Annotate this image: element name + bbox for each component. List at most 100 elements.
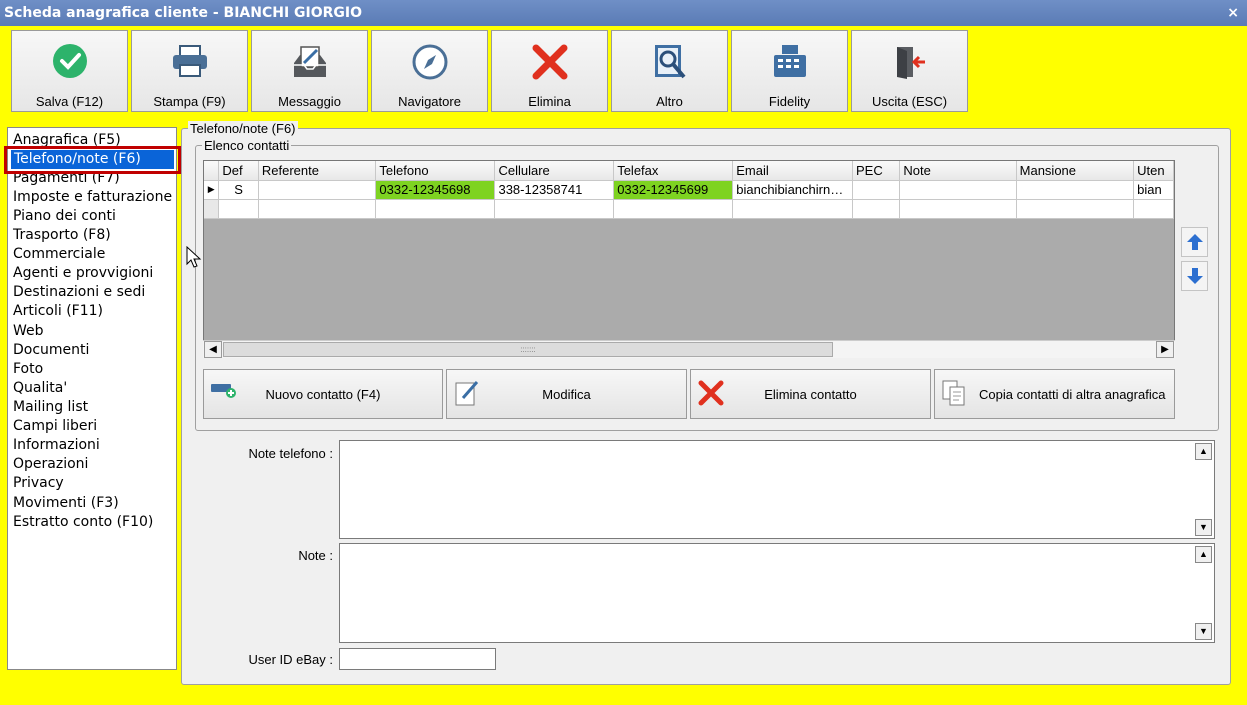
cell-mansione[interactable] <box>1016 180 1135 200</box>
nav-item-destinazioni[interactable]: Destinazioni e sedi <box>13 283 145 302</box>
scroll-down-icon[interactable]: ▼ <box>1195 519 1212 536</box>
cell-cellulare[interactable]: 338-12358741 <box>494 180 615 200</box>
column-header-referente[interactable]: Referente <box>258 161 377 181</box>
cell-email[interactable]: bianchibianchirn… <box>732 180 853 200</box>
message-icon <box>293 46 326 77</box>
print-button[interactable]: Stampa (F9) <box>131 30 248 112</box>
scroll-down-icon[interactable]: ▼ <box>1195 623 1212 640</box>
window-titlebar: Scheda anagrafica cliente - BIANCHI GIOR… <box>0 0 1247 26</box>
scroll-left-icon[interactable]: ◀ <box>204 341 222 358</box>
scroll-thumb[interactable]: ::::::: <box>223 342 833 357</box>
scroll-up-icon[interactable]: ▲ <box>1195 443 1212 460</box>
close-icon[interactable]: × <box>1227 0 1239 26</box>
nav-item-operazioni[interactable]: Operazioni <box>13 455 88 474</box>
navigator-button-label: Navigatore <box>398 94 461 109</box>
cell-telefono[interactable]: 0332-12345698 <box>375 180 496 200</box>
selection-highlight-box <box>4 146 181 174</box>
delete-button-label: Elimina <box>528 94 571 109</box>
printer-icon <box>172 45 207 77</box>
nav-item-qualita[interactable]: Qualita' <box>13 379 67 398</box>
exit-button[interactable]: Uscita (ESC) <box>851 30 968 112</box>
exit-door-icon <box>896 47 925 79</box>
move-up-button[interactable] <box>1181 227 1208 257</box>
delete-button[interactable]: Elimina <box>491 30 608 112</box>
column-header-pec[interactable]: PEC <box>852 161 901 181</box>
copy-contacts-label: Copia contatti di altra anagrafica <box>979 387 1166 402</box>
column-header-note[interactable]: Note <box>899 161 1017 181</box>
move-down-button[interactable] <box>1181 261 1208 291</box>
contacts-group-title: Elenco contatti <box>202 138 292 153</box>
message-button[interactable]: Messaggio <box>251 30 368 112</box>
print-button-label: Stampa (F9) <box>153 94 226 109</box>
grid-horizontal-scrollbar[interactable]: ◀ ::::::: ▶ <box>203 340 1175 358</box>
nav-item-movimenti[interactable]: Movimenti (F3) <box>13 494 119 513</box>
cell-pec[interactable] <box>852 180 901 200</box>
other-button-label: Altro <box>656 94 683 109</box>
column-header-email[interactable]: Email <box>732 161 853 181</box>
nav-item-articoli[interactable]: Articoli (F11) <box>13 302 103 321</box>
note-textarea[interactable]: ▲ ▼ <box>339 543 1215 643</box>
nav-item-mailing-list[interactable]: Mailing list <box>13 398 88 417</box>
column-header-utente[interactable]: Uten <box>1133 161 1174 181</box>
scroll-up-icon[interactable]: ▲ <box>1195 546 1212 563</box>
note-telefono-label: Note telefono : <box>248 446 333 461</box>
nav-item-documenti[interactable]: Documenti <box>13 341 89 360</box>
grid-header-row: Def Referente Telefono Cellulare Telefax… <box>204 161 1174 181</box>
new-row[interactable] <box>204 199 1174 219</box>
new-contact-button[interactable]: Nuovo contatto (F4) <box>203 369 443 419</box>
column-header-cellulare[interactable]: Cellulare <box>494 161 615 181</box>
panel-title: Telefono/note (F6) <box>188 121 298 136</box>
delete-contact-button[interactable]: Elimina contatto <box>690 369 931 419</box>
copy-contacts-button[interactable]: Copia contatti di altra anagrafica <box>934 369 1175 419</box>
nav-item-foto[interactable]: Foto <box>13 360 43 379</box>
compass-icon <box>412 44 447 80</box>
scroll-right-icon[interactable]: ▶ <box>1156 341 1174 358</box>
nav-item-agenti[interactable]: Agenti e provvigioni <box>13 264 153 283</box>
delete-x-icon <box>532 44 567 80</box>
edit-label: Modifica <box>542 387 591 402</box>
edit-button[interactable]: Modifica <box>446 369 687 419</box>
nav-item-privacy[interactable]: Privacy <box>13 474 64 493</box>
nav-item-estratto-conto[interactable]: Estratto conto (F10) <box>13 513 153 532</box>
cell-note[interactable] <box>899 180 1017 200</box>
note-telefono-textarea[interactable]: ▲ ▼ <box>339 440 1215 539</box>
row-indicator-icon: ▶ <box>204 180 220 200</box>
note-label: Note : <box>298 548 333 563</box>
table-row[interactable]: ▶ S 0332-12345698 338-12358741 0332-1234… <box>204 180 1174 200</box>
search-book-icon <box>654 45 686 79</box>
column-header-telefono[interactable]: Telefono <box>375 161 496 181</box>
fidelity-button[interactable]: Fidelity <box>731 30 848 112</box>
arrow-down-icon <box>1186 268 1203 284</box>
check-circle-icon <box>52 44 87 78</box>
delete-contact-label: Elimina contatto <box>764 387 857 402</box>
cell-telefax[interactable]: 0332-12345699 <box>613 180 734 200</box>
column-header-indicator <box>204 161 220 181</box>
nav-item-informazioni[interactable]: Informazioni <box>13 436 100 455</box>
copy-icon <box>942 380 965 406</box>
nav-item-campi-liberi[interactable]: Campi liberi <box>13 417 97 436</box>
nav-item-web[interactable]: Web <box>13 322 44 341</box>
nav-item-imposte[interactable]: Imposte e fatturazione <box>13 188 172 207</box>
column-header-def[interactable]: Def <box>218 161 259 181</box>
mouse-cursor-icon <box>186 246 202 268</box>
column-header-telefax[interactable]: Telefax <box>613 161 734 181</box>
user-id-ebay-label: User ID eBay : <box>248 652 333 667</box>
save-button[interactable]: Salva (F12) <box>11 30 128 112</box>
section-nav-list: Anagrafica (F5) Telefono/note (F6) Pagam… <box>7 127 177 670</box>
cell-utente[interactable]: bian <box>1133 180 1174 200</box>
exit-button-label: Uscita (ESC) <box>871 94 948 109</box>
new-contact-label: Nuovo contatto (F4) <box>265 387 381 402</box>
nav-item-commerciale[interactable]: Commerciale <box>13 245 105 264</box>
user-id-ebay-input[interactable] <box>339 648 496 670</box>
window-title: Scheda anagrafica cliente - BIANCHI GIOR… <box>4 5 363 21</box>
navigator-button[interactable]: Navigatore <box>371 30 488 112</box>
nav-item-trasporto[interactable]: Trasporto (F8) <box>13 226 111 245</box>
cell-referente[interactable] <box>258 180 377 200</box>
fidelity-button-label: Fidelity <box>768 94 811 109</box>
nav-item-piano-conti[interactable]: Piano dei conti <box>13 207 116 226</box>
column-header-mansione[interactable]: Mansione <box>1016 161 1135 181</box>
other-button[interactable]: Altro <box>611 30 728 112</box>
cell-def[interactable]: S <box>218 180 259 200</box>
save-button-label: Salva (F12) <box>35 94 104 109</box>
contacts-grid[interactable]: Def Referente Telefono Cellulare Telefax… <box>203 160 1175 358</box>
